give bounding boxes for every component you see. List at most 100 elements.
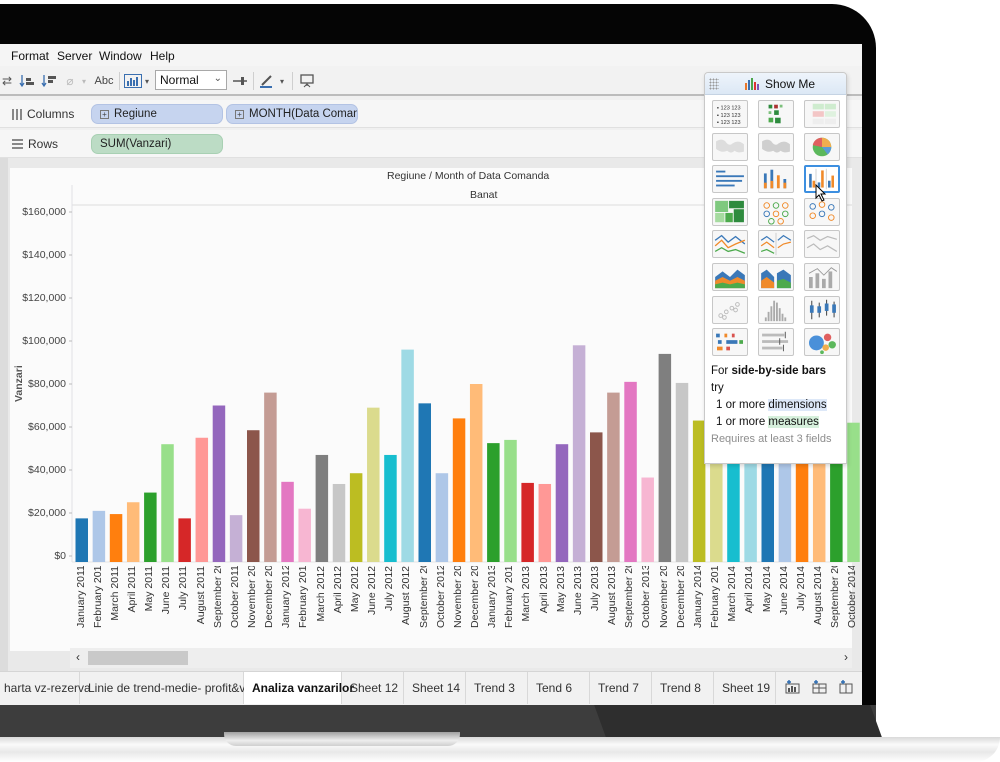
chart-type-gantt-chart[interactable] xyxy=(712,328,748,357)
chart-type-treemap[interactable] xyxy=(712,197,748,226)
pill-label: MONTH(Data Coman.. xyxy=(249,108,358,120)
chart-type-circle-views[interactable] xyxy=(758,197,794,226)
sheet-tab[interactable]: harta vz-rezerva xyxy=(0,672,91,704)
lines-continuous-icon xyxy=(714,235,746,255)
scrollbar-thumb[interactable] xyxy=(88,651,188,665)
x-tick-label: April 2012 xyxy=(331,566,344,614)
pill-month-data-comanda[interactable]: + MONTH(Data Coman.. xyxy=(226,104,358,124)
drag-grip-icon[interactable] xyxy=(709,78,719,90)
paperclip-icon[interactable]: ⌀ xyxy=(62,73,78,89)
chart-type-scatter-plot[interactable] xyxy=(712,295,748,324)
chart-type-symbol-map[interactable] xyxy=(712,132,748,161)
pill-sum-vanzari[interactable]: SUM(Vanzari) xyxy=(91,134,223,154)
x-tick-label: September 20.. xyxy=(829,566,842,628)
sort-descending-icon[interactable] xyxy=(40,73,58,89)
sheet-tab[interactable]: Analiza vanzarilor xyxy=(244,672,354,704)
x-tick-label: May 2014 xyxy=(760,566,773,613)
chart-type-pie-chart[interactable] xyxy=(804,132,840,161)
scroll-left-icon[interactable]: ‹ xyxy=(76,650,80,664)
expand-plus-icon[interactable]: + xyxy=(100,110,109,119)
x-tick-label: June 2012 xyxy=(366,566,379,616)
sort-ascending-icon[interactable] xyxy=(18,73,36,89)
hint-requirement: Requires at least 3 fields xyxy=(711,433,832,445)
chart-type-horizontal-bars[interactable] xyxy=(712,165,748,194)
swap-icon[interactable]: ⇄ xyxy=(0,73,14,89)
chart-type-box-and-whisker[interactable] xyxy=(804,295,840,324)
chart-type-dual-lines[interactable] xyxy=(804,230,840,259)
x-tick-label: September 2011 xyxy=(211,566,224,628)
x-tick-label: November 2012 xyxy=(451,566,464,628)
area-discrete-icon xyxy=(761,269,791,289)
x-tick-label: April 2013 xyxy=(537,566,550,614)
fit-select[interactable]: Normal ⌄ xyxy=(155,70,227,90)
fit-dropdown-arrow-icon[interactable]: ▾ xyxy=(143,73,151,89)
sheet-tab[interactable]: Sheet 12 xyxy=(342,672,404,704)
menu-window[interactable]: Window xyxy=(99,49,142,63)
chart-type-text-table[interactable]: ▪ 123 123 ▪ 123 123 ▪ 123 123 xyxy=(712,100,748,128)
mouse-cursor-icon xyxy=(815,184,827,202)
hint-line-dimensions: 1 or more dimensions xyxy=(711,397,841,414)
sheet-tab[interactable]: Tend 6 xyxy=(528,672,590,704)
x-tick-label: October 2013 xyxy=(640,566,653,628)
pen-dropdown-arrow-icon[interactable]: ▾ xyxy=(278,73,286,89)
new-story-icon[interactable] xyxy=(838,680,854,696)
new-worksheet-icon[interactable] xyxy=(784,680,800,696)
show-labels-button[interactable]: Abc xyxy=(92,73,116,89)
x-tick-label: February 2012 xyxy=(297,566,310,628)
chart-type-bullet-graph[interactable] xyxy=(758,328,794,357)
chart-type-lines-discrete[interactable] xyxy=(758,230,794,259)
pill-label: SUM(Vanzari) xyxy=(100,138,172,150)
y-tick-label: $20,000 xyxy=(28,507,66,519)
pie-chart-icon xyxy=(812,137,832,156)
chart-type-highlight-table[interactable] xyxy=(804,100,840,128)
pane-header-banat[interactable]: Banat xyxy=(470,189,497,201)
box-and-whisker-icon xyxy=(809,299,836,319)
expand-plus-icon[interactable]: + xyxy=(235,110,244,119)
chart-type-filled-map[interactable] xyxy=(758,132,794,161)
new-dashboard-icon[interactable] xyxy=(811,680,827,696)
chart-type-histogram[interactable] xyxy=(758,295,794,324)
menu-server[interactable]: Server xyxy=(57,49,92,63)
chart-type-heat-map[interactable] xyxy=(758,100,794,128)
chart-type-area-continuous[interactable] xyxy=(712,263,748,291)
show-me-header[interactable]: Show Me xyxy=(705,73,846,95)
toolbar-divider xyxy=(253,72,254,90)
sheet-tab[interactable]: Trend 8 xyxy=(652,672,714,704)
sheet-tab[interactable]: Sheet 19 xyxy=(714,672,776,704)
x-tick-label: February 2011 xyxy=(91,566,104,628)
menu-format[interactable]: Format xyxy=(11,49,49,63)
chart-type-lines-continuous[interactable] xyxy=(712,230,748,259)
chart-type-area-discrete[interactable] xyxy=(758,263,794,291)
scroll-right-icon[interactable]: › xyxy=(844,650,848,664)
x-tick-label: September 20.. xyxy=(623,566,636,628)
x-tick-label: September 20.. xyxy=(417,566,430,628)
horizontal-scrollbar[interactable]: ‹ › xyxy=(70,648,852,668)
menu-help[interactable]: Help xyxy=(150,49,175,63)
sheet-tab[interactable]: Trend 7 xyxy=(590,672,652,704)
presentation-mode-icon[interactable] xyxy=(298,73,316,89)
y-tick-label: $160,000 xyxy=(22,206,66,218)
fit-bars-icon[interactable] xyxy=(123,73,143,89)
chart-type-dual-combination[interactable] xyxy=(804,263,840,291)
chart-type-stacked-bars[interactable] xyxy=(758,165,794,194)
gantt-chart-icon xyxy=(716,333,743,351)
chart-type-packed-bubbles[interactable] xyxy=(804,328,840,357)
sheet-tab[interactable]: Linie de trend-medie- profit&vz xyxy=(80,672,251,704)
svg-text:▪ 123 123: ▪ 123 123 xyxy=(717,105,741,111)
highlight-pen-icon[interactable] xyxy=(258,73,276,89)
sheet-tab[interactable]: Sheet 14 xyxy=(404,672,466,704)
hint-suffix: try xyxy=(711,382,724,394)
pill-regiune[interactable]: + Regiune xyxy=(91,104,223,124)
toolbar-divider xyxy=(119,72,120,90)
hint-line-title: For side-by-side bars try xyxy=(711,363,841,397)
x-tick-label: March 2014 xyxy=(726,566,739,622)
x-tick-label: March 2013 xyxy=(520,566,533,622)
x-tick-label: July 2012 xyxy=(383,566,396,611)
y-tick-label: $100,000 xyxy=(22,335,66,347)
pin-axis-icon[interactable] xyxy=(231,73,249,89)
dropdown-arrow-icon[interactable]: ▾ xyxy=(80,73,88,89)
x-tick-label: October 2011 xyxy=(228,566,241,628)
x-tick-label: July 2011 xyxy=(177,566,190,611)
dual-combination-icon xyxy=(808,267,838,289)
sheet-tab[interactable]: Trend 3 xyxy=(466,672,528,704)
